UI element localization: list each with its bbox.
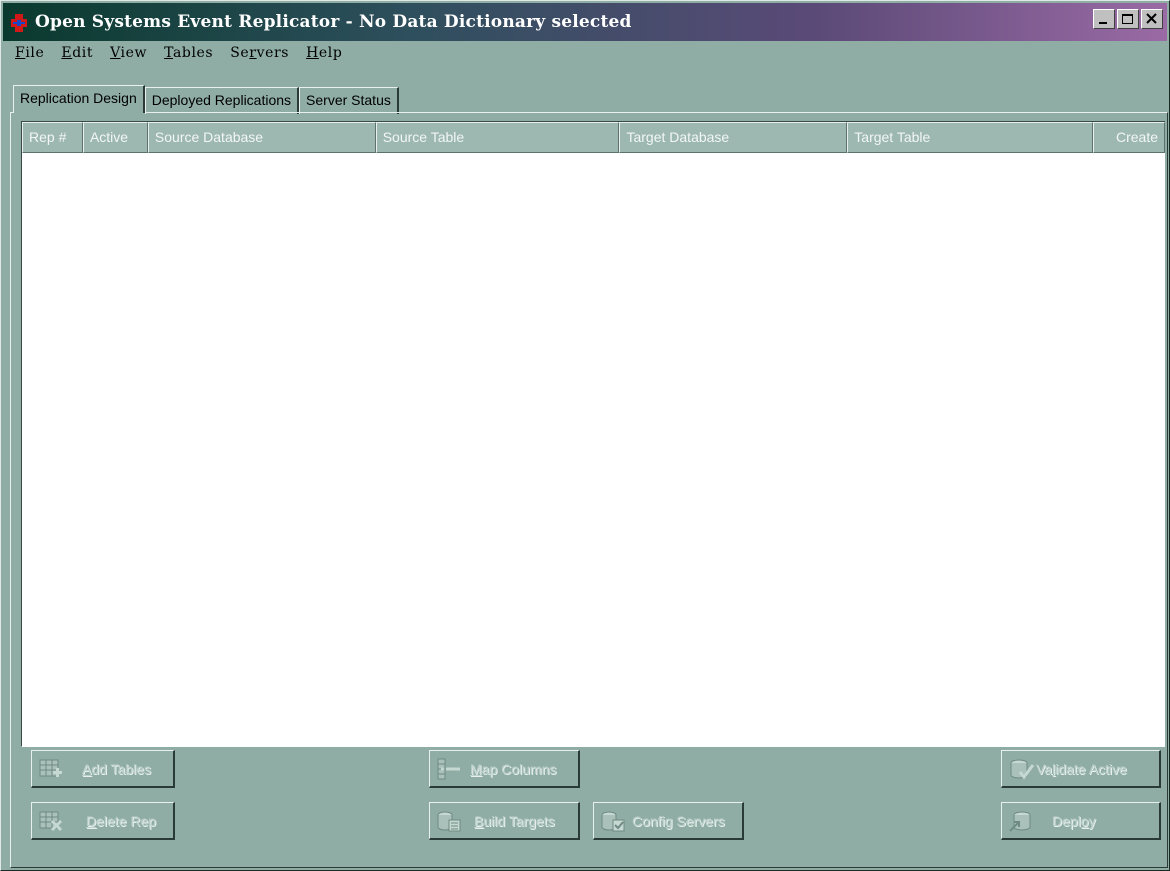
menu-tables[interactable]: Tables bbox=[164, 45, 213, 67]
delete-rep-button[interactable]: Delete Rep bbox=[31, 802, 175, 840]
menu-view[interactable]: View bbox=[110, 45, 147, 67]
build-targets-button[interactable]: Build Targets bbox=[429, 802, 580, 840]
column-header-active[interactable]: Active bbox=[82, 122, 148, 153]
add-tables-label: Add Tables bbox=[82, 760, 152, 777]
add-tables-button[interactable]: Add Tables bbox=[31, 750, 175, 788]
validate-active-button[interactable]: Validate Active bbox=[1001, 750, 1161, 788]
maximize-button[interactable] bbox=[1117, 9, 1139, 29]
close-button[interactable] bbox=[1141, 9, 1163, 29]
column-header-target-table[interactable]: Target Table bbox=[847, 122, 1094, 153]
title-bar[interactable]: Open Systems Event Replicator - No Data … bbox=[3, 3, 1167, 41]
deploy-icon bbox=[1009, 811, 1031, 832]
tab-server-status[interactable]: Server Status bbox=[299, 87, 399, 114]
build-targets-label: Build Targets bbox=[474, 812, 555, 829]
minimize-icon bbox=[1099, 22, 1107, 24]
menu-servers[interactable]: Servers bbox=[230, 45, 289, 67]
column-header-target-database[interactable]: Target Database bbox=[619, 122, 848, 153]
map-columns-label: Map Columns bbox=[470, 760, 557, 777]
map-columns-icon bbox=[437, 758, 460, 779]
config-servers-button[interactable]: Config Servers bbox=[593, 802, 744, 840]
maximize-icon bbox=[1122, 14, 1133, 24]
menu-help[interactable]: Help bbox=[306, 45, 342, 67]
validate-icon bbox=[1010, 759, 1034, 779]
menu-edit[interactable]: Edit bbox=[61, 45, 93, 67]
delete-rep-label: Delete Rep bbox=[86, 812, 157, 829]
window-title: Open Systems Event Replicator - No Data … bbox=[35, 12, 632, 32]
column-header-create[interactable]: Create bbox=[1093, 122, 1165, 153]
validate-active-label: Validate Active bbox=[1036, 760, 1127, 777]
close-icon bbox=[1146, 13, 1157, 24]
grid-header: Rep # Active Source Database Source Tabl… bbox=[22, 122, 1165, 153]
tab-panel-replication-design: Rep # Active Source Database Source Tabl… bbox=[10, 112, 1168, 868]
minimize-button[interactable] bbox=[1093, 9, 1115, 29]
deploy-label: Deploy bbox=[1052, 812, 1096, 829]
grid-body[interactable] bbox=[22, 153, 1165, 747]
column-header-source-database[interactable]: Source Database bbox=[147, 122, 376, 153]
tab-deployed-replications[interactable]: Deployed Replications bbox=[144, 87, 300, 114]
map-columns-button[interactable]: Map Columns bbox=[429, 750, 580, 788]
build-targets-icon bbox=[437, 811, 461, 831]
replication-grid[interactable]: Rep # Active Source Database Source Tabl… bbox=[21, 121, 1165, 747]
deploy-button[interactable]: Deploy bbox=[1001, 802, 1161, 840]
config-servers-label: Config Servers bbox=[632, 812, 725, 829]
column-header-source-table[interactable]: Source Table bbox=[375, 122, 620, 153]
menu-bar: File Edit View Tables Servers Help bbox=[15, 45, 342, 67]
column-header-rep-num[interactable]: Rep # bbox=[22, 122, 83, 153]
tab-strip: Replication Design Deployed Replications… bbox=[13, 85, 399, 114]
add-table-icon bbox=[39, 759, 62, 777]
tab-replication-design[interactable]: Replication Design bbox=[13, 85, 145, 113]
delete-table-icon bbox=[39, 811, 63, 831]
app-window: Open Systems Event Replicator - No Data … bbox=[0, 0, 1170, 871]
app-logo-icon[interactable] bbox=[9, 13, 29, 33]
menu-file[interactable]: File bbox=[15, 45, 44, 67]
config-servers-icon bbox=[601, 811, 625, 831]
